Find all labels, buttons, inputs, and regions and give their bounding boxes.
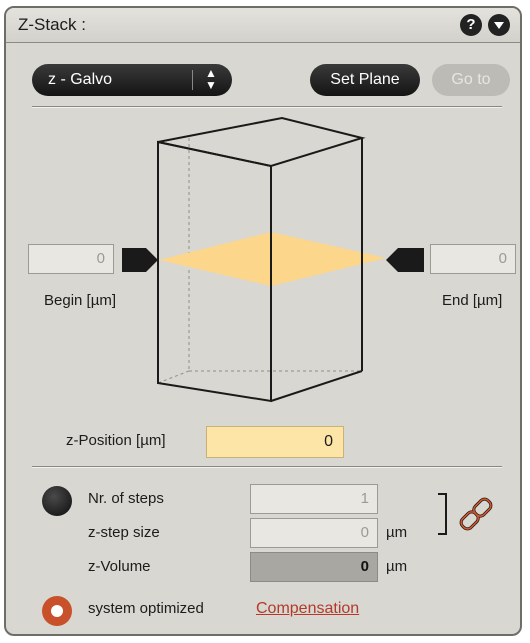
- volume-field: 0: [250, 552, 378, 582]
- z-drive-select-value: z - Galvo: [48, 71, 113, 88]
- volume-unit: µm: [386, 558, 408, 575]
- collapse-chevron-icon[interactable]: [488, 14, 510, 36]
- step-size-field[interactable]: 0: [250, 518, 378, 548]
- cube-bottom-right-edge: [270, 370, 363, 402]
- end-field[interactable]: 0: [430, 244, 516, 274]
- compensation-link[interactable]: Compensation: [256, 600, 359, 618]
- z-stack-panel: Z-Stack : ? z - Galvo ▲ ▼ Set Plane Go to…: [4, 6, 522, 636]
- begin-marker-icon: [122, 248, 158, 272]
- z-position-field[interactable]: 0: [206, 426, 344, 458]
- help-icon[interactable]: ?: [460, 14, 482, 36]
- steps-field[interactable]: 1: [250, 484, 378, 514]
- set-plane-button[interactable]: Set Plane: [310, 64, 420, 96]
- focal-plane: [159, 232, 386, 286]
- end-marker-icon: [386, 248, 424, 272]
- go-to-button[interactable]: Go to: [432, 64, 510, 96]
- begin-label: Begin [µm]: [44, 292, 117, 309]
- panel-title: Z-Stack :: [18, 15, 87, 34]
- step-size-unit: µm: [386, 524, 408, 541]
- divider-bottom: [32, 466, 502, 468]
- panel-header: Z-Stack : ?: [6, 8, 520, 43]
- z-drive-select[interactable]: z - Galvo ▲ ▼: [32, 64, 232, 96]
- end-label: End [µm]: [442, 292, 503, 309]
- steps-label: Nr. of steps: [88, 490, 164, 507]
- begin-field[interactable]: 0: [28, 244, 114, 274]
- system-optimized-label: system optimized: [88, 600, 204, 617]
- link-chain-icon[interactable]: [436, 492, 506, 542]
- system-optimized-radio[interactable]: [42, 596, 72, 626]
- up-down-arrows-icon: ▲ ▼: [205, 66, 217, 92]
- cube-back-edge-bottom-left: [157, 370, 190, 384]
- z-position-label: z-Position [µm]: [66, 432, 166, 449]
- volume-label: z-Volume: [88, 558, 151, 575]
- step-size-label: z-step size: [88, 524, 160, 541]
- steps-radio[interactable]: [42, 486, 72, 516]
- select-separator: [192, 70, 193, 90]
